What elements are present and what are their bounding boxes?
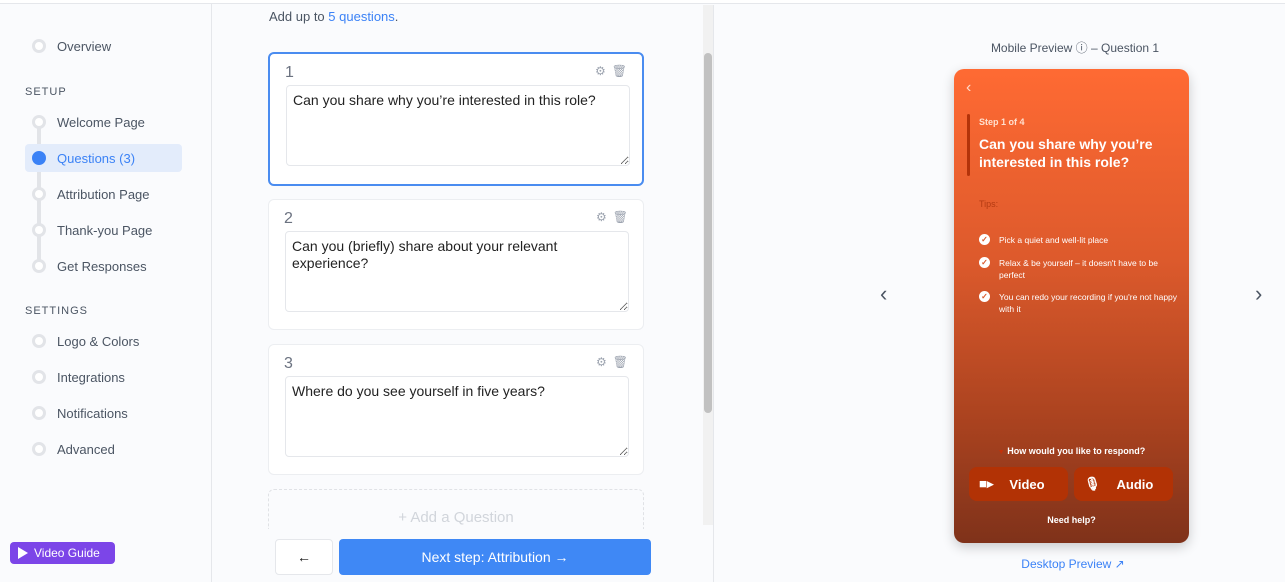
audio-label: Audio [1116, 476, 1154, 492]
tips-label: Tips: [979, 199, 999, 209]
sidebar-item-logo-colors[interactable]: Logo & Colors [25, 327, 182, 355]
step-dot-icon [32, 223, 46, 237]
sidebar-item-label: Attribution Page [57, 186, 150, 202]
gear-icon[interactable]: ⚙ [595, 64, 606, 78]
tip-text: Relax & be yourself – it doesn't have to… [999, 258, 1158, 280]
mobile-preview: ‹ Step 1 of 4 Can you share why you’re i… [954, 69, 1189, 543]
question-input[interactable]: Where do you see yourself in five years? [285, 376, 629, 457]
settings-heading: SETTINGS [25, 305, 89, 317]
tip-item: ✓ Relax & be yourself – it doesn't have t… [979, 257, 1179, 281]
scrollbar[interactable] [703, 5, 713, 525]
sidebar-item-advanced[interactable]: Advanced [25, 435, 182, 463]
intro-text: Add up to 5 questions. [269, 9, 398, 24]
next-step-button[interactable]: Next step: Attribution → [339, 539, 651, 575]
video-guide-button[interactable]: Video Guide [10, 542, 115, 564]
caret-down-icon: ▼ [997, 449, 1005, 456]
sidebar-item-label: Thank-you Page [57, 222, 153, 238]
chevron-left-icon[interactable]: ‹ [880, 281, 887, 307]
question-card[interactable]: 1 ⚙ 🗑 Can you share why you’re interested… [268, 52, 644, 186]
questions-limit-link[interactable]: 5 questions [328, 9, 395, 24]
audio-response-button[interactable]: 🎙 Audio [1074, 467, 1173, 501]
question-input[interactable]: Can you (briefly) share about your relev… [285, 231, 629, 312]
tip-item: ✓ Pick a quiet and well-lit place [979, 234, 1179, 246]
step-dot-icon [32, 151, 46, 165]
video-label: Video [1009, 476, 1045, 492]
sidebar-item-notifications[interactable]: Notifications [25, 399, 182, 427]
desktop-preview-link[interactable]: Desktop Preview ↗ [715, 557, 1285, 571]
sidebar-item-label: Get Responses [57, 258, 147, 274]
sidebar-item-get-responses[interactable]: Get Responses [25, 252, 182, 280]
question-card[interactable]: 2 ⚙ 🗑 Can you (briefly) share about your … [268, 199, 644, 330]
preview-question: Can you share why you’re interested in t… [979, 136, 1153, 170]
intro-prefix: Add up to [269, 9, 329, 24]
intro-suffix: . [394, 9, 399, 24]
trash-icon[interactable]: 🗑 [613, 210, 628, 224]
sidebar-item-label: Welcome Page [57, 114, 145, 130]
question-accent-bar [967, 114, 970, 176]
setup-heading: SETUP [25, 86, 67, 98]
sidebar-item-label: Notifications [57, 405, 128, 421]
tip-item: ✓ You can redo your recording if you're n… [979, 291, 1179, 315]
check-circle-icon: ✓ [979, 291, 990, 302]
step-dot-icon [32, 187, 46, 201]
sidebar-item-thank-you-page[interactable]: Thank-you Page [25, 216, 182, 244]
question-card[interactable]: 3 ⚙ 🗑 Where do you see yourself in five y… [268, 344, 644, 475]
step-dot-icon [32, 115, 46, 129]
preview-title: Mobile Preview ⓘ – Question 1 [715, 39, 1285, 56]
check-circle-icon: ✓ [979, 234, 990, 245]
gear-icon[interactable]: ⚙ [596, 355, 607, 369]
questions-editor: Add up to 5 questions. 1 ⚙ 🗑 Can you shar… [213, 5, 714, 582]
video-guide-label: Video Guide [34, 546, 100, 560]
question-number: 1 [285, 64, 294, 81]
step-dot-icon [32, 259, 46, 273]
preview-title-suffix: – Question 1 [1091, 41, 1160, 55]
back-chevron-icon[interactable]: ‹ [966, 79, 971, 97]
respond-prompt-text: How would you like to respond? [1007, 446, 1146, 456]
info-icon[interactable]: ⓘ [1076, 41, 1088, 55]
check-circle-icon: ✓ [979, 257, 990, 268]
sidebar-item-label: Logo & Colors [57, 333, 140, 349]
sidebar: Overview SETUP Welcome Page Questions (3… [0, 4, 212, 582]
gear-icon[interactable]: ⚙ [596, 210, 607, 224]
step-dot-icon [32, 442, 46, 456]
video-camera-icon: ■▸ [979, 476, 994, 491]
question-number: 2 [284, 210, 293, 227]
sidebar-item-questions[interactable]: Questions (3) [25, 144, 182, 172]
step-label: Step 1 of 4 [979, 117, 1025, 127]
microphone-icon: 🎙 [1084, 476, 1101, 491]
add-question-button[interactable]: + Add a Question [268, 489, 644, 529]
video-response-button[interactable]: ■▸ Video [969, 467, 1068, 501]
chevron-right-icon[interactable]: › [1255, 281, 1262, 307]
tip-text: Pick a quiet and well-lit place [999, 235, 1109, 245]
question-input[interactable]: Can you share why you’re interested in t… [286, 85, 630, 166]
sidebar-item-welcome-page[interactable]: Welcome Page [25, 108, 182, 136]
sidebar-item-label: Integrations [57, 369, 125, 385]
step-dot-icon [32, 334, 46, 348]
respond-prompt: ▼ How would you like to respond? [954, 446, 1189, 456]
sidebar-item-attribution-page[interactable]: Attribution Page [25, 180, 182, 208]
tip-text: You can redo your recording if you're no… [999, 292, 1178, 314]
need-help-link[interactable]: Need help? [954, 515, 1189, 525]
preview-panel: Mobile Preview ⓘ – Question 1 ‹ › ‹ Step… [715, 5, 1285, 582]
preview-title-prefix: Mobile Preview [990, 41, 1073, 55]
sidebar-item-label: Overview [57, 38, 112, 54]
sidebar-item-overview[interactable]: Overview [25, 32, 182, 60]
scrollbar-thumb[interactable] [704, 53, 712, 413]
step-dot-icon [32, 370, 46, 384]
sidebar-item-label: Questions (3) [57, 150, 136, 166]
play-icon [18, 547, 28, 559]
sidebar-item-integrations[interactable]: Integrations [25, 363, 182, 391]
sidebar-item-label: Advanced [57, 441, 115, 457]
step-dot-icon [32, 406, 46, 420]
trash-icon[interactable]: 🗑 [612, 64, 627, 78]
question-number: 3 [284, 355, 293, 372]
trash-icon[interactable]: 🗑 [613, 355, 628, 369]
back-button[interactable]: ← [275, 539, 333, 575]
step-dot-icon [32, 39, 46, 53]
